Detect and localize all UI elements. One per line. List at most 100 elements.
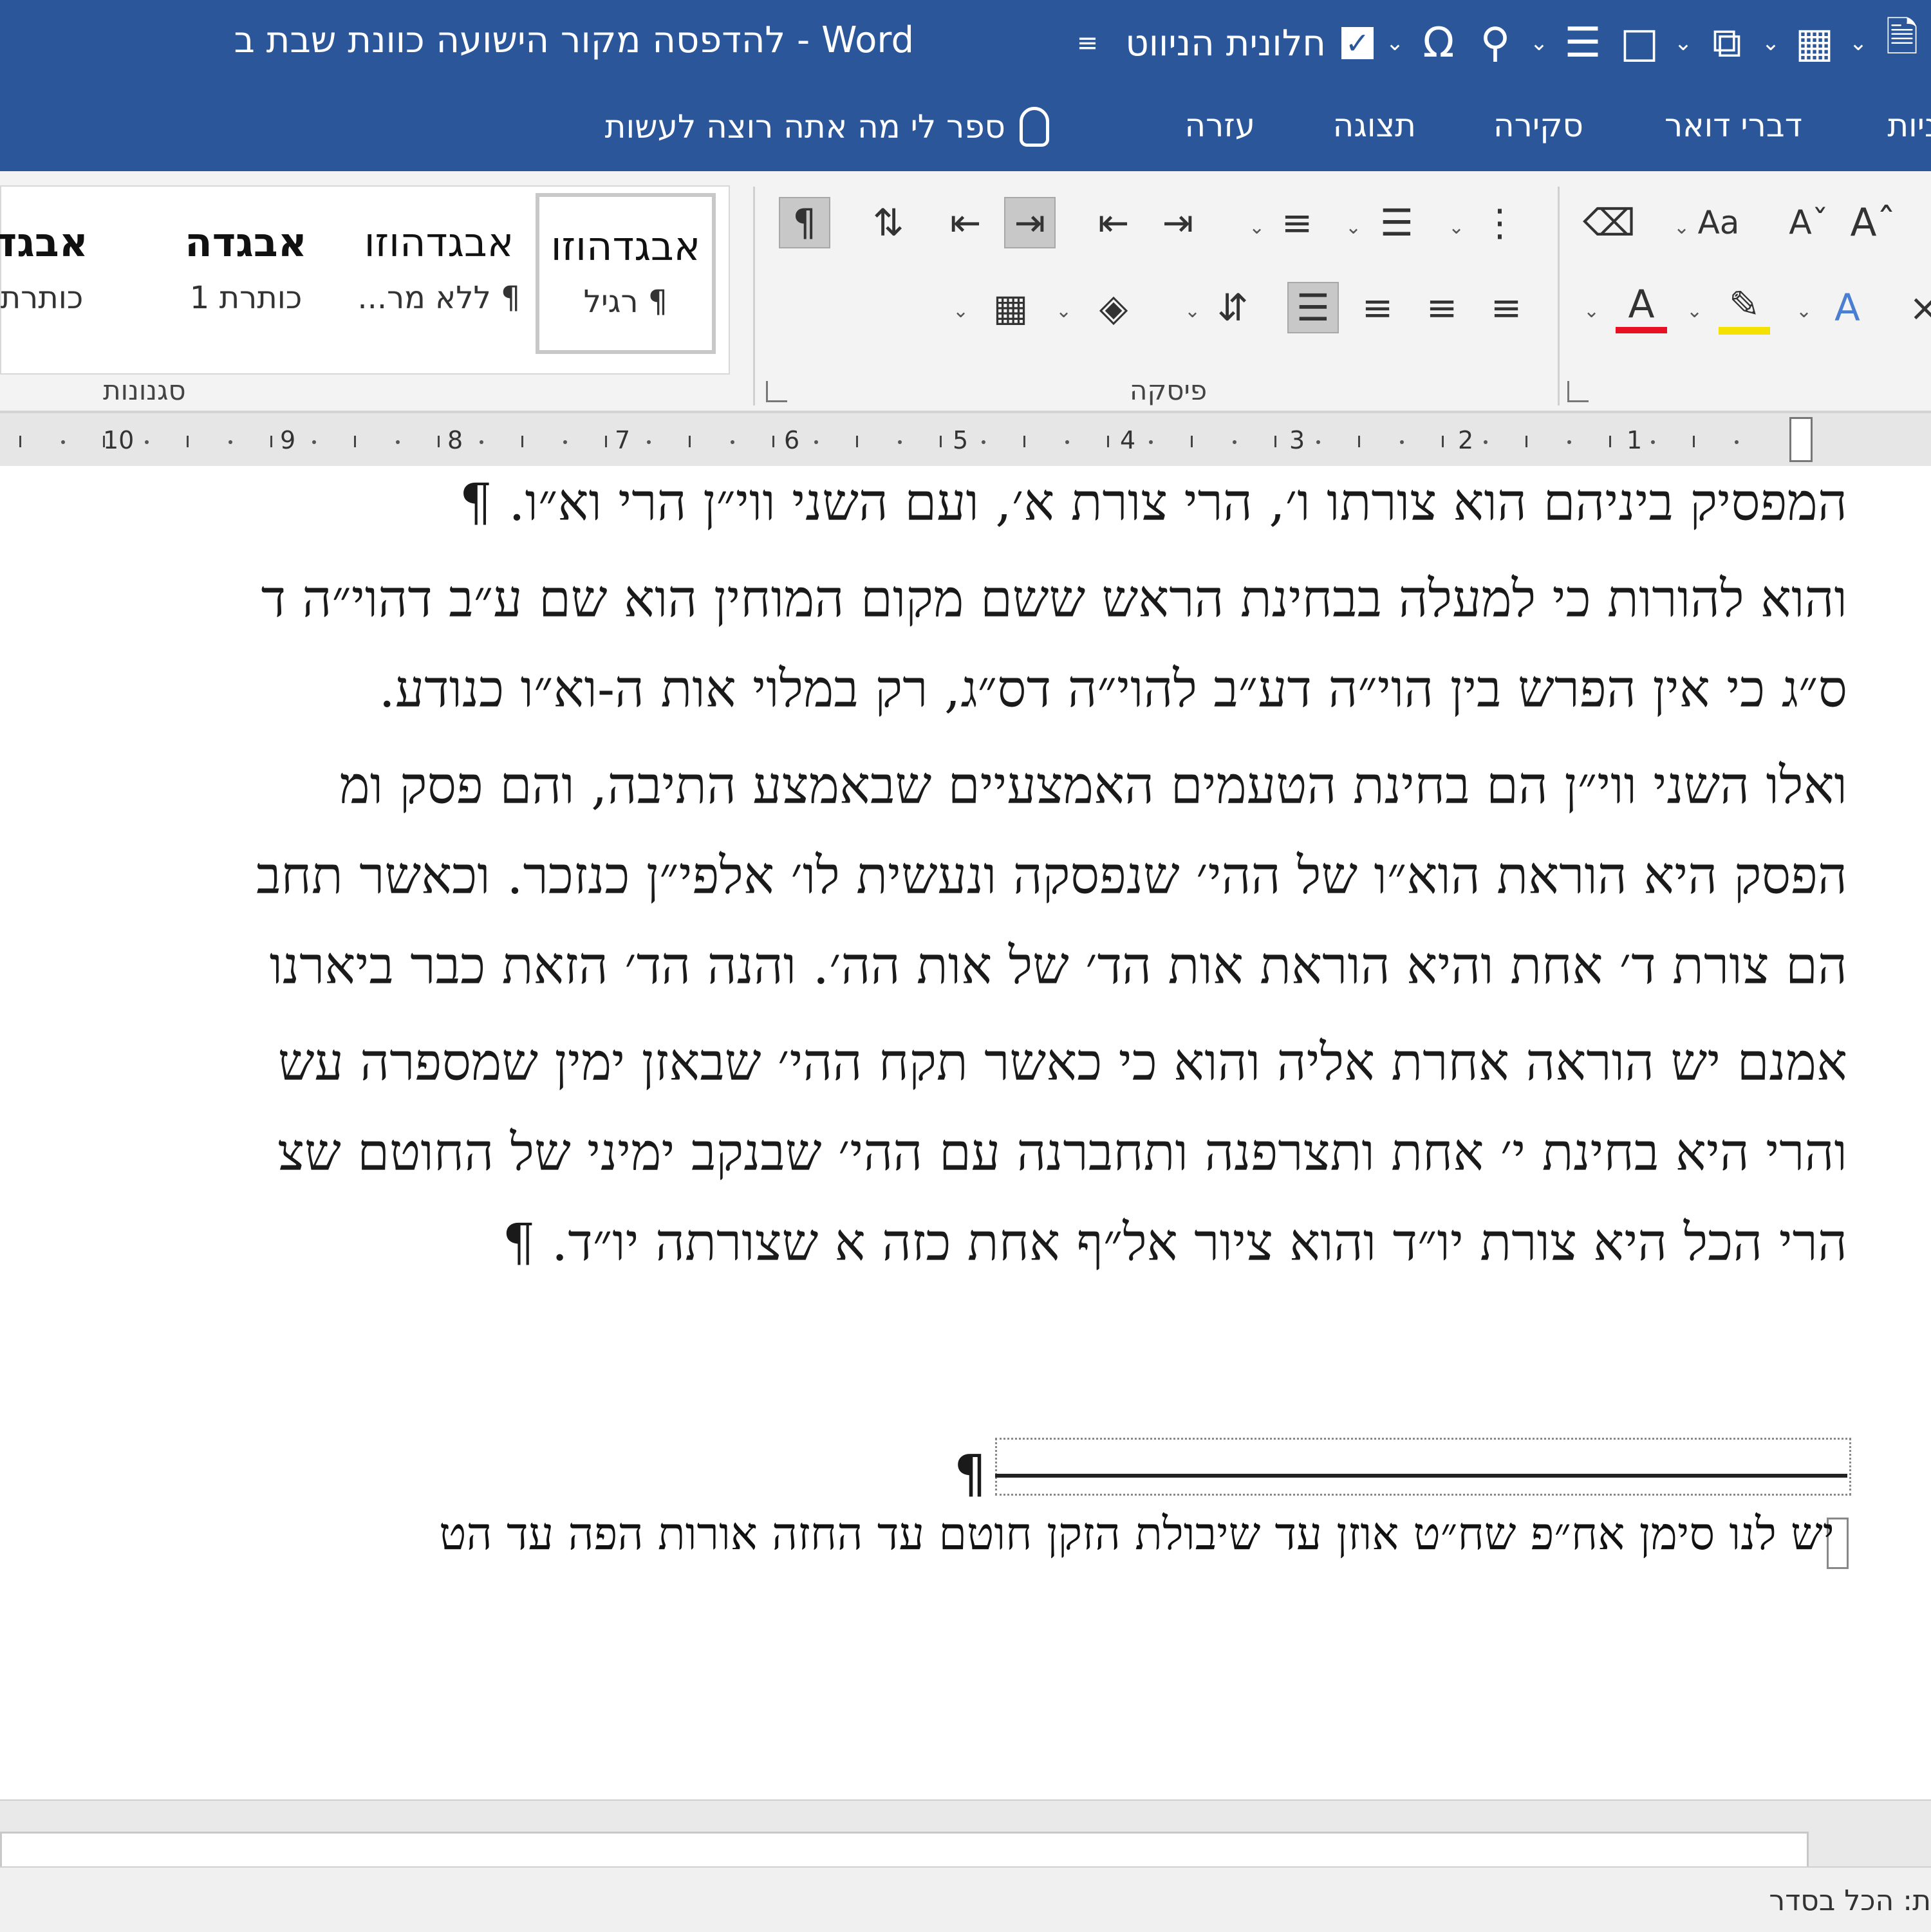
chevron-down-icon[interactable]: ⌄ — [1184, 300, 1200, 322]
chevron-down-icon[interactable]: ⌄ — [1761, 14, 1780, 72]
horizontal-ruler[interactable]: 10 9 8 7 6 5 4 3 2 1 — [0, 413, 1931, 467]
tab-help[interactable]: עזרה — [1185, 107, 1256, 144]
style-name: כותרת 2 — [0, 280, 84, 316]
style-normal[interactable]: אבגדהוזו ¶ רגיל — [536, 193, 716, 354]
dialog-launcher-icon[interactable] — [766, 381, 787, 402]
style-heading-2[interactable]: אבגדה כותרת 2 — [0, 193, 117, 354]
chevron-down-icon[interactable]: ⌄ — [1849, 14, 1868, 72]
clear-icon[interactable]: × — [1899, 282, 1931, 333]
chevron-down-icon[interactable]: ⌄ — [1529, 14, 1549, 72]
blank-page-icon[interactable]: □ — [1617, 14, 1662, 72]
new-document-icon[interactable]: 🗎 — [1880, 14, 1925, 72]
navigation-pane-checkbox[interactable]: ✓ — [1341, 27, 1374, 59]
document-page[interactable]: המפסיק ביניהם הוא צורתו ו׳, הרי צורת א׳,… — [0, 466, 1931, 1799]
change-case-button[interactable]: Aa — [1693, 197, 1744, 248]
ruler-tick — [1065, 440, 1069, 444]
ruler-tick — [1107, 436, 1109, 447]
indent-marker[interactable] — [1789, 417, 1813, 462]
document-line: ואלו השני ווי״ן הם בחינת הטעמים האמצעיים… — [339, 756, 1847, 815]
list-icon[interactable]: ☰ — [1560, 14, 1605, 72]
footnote-pilcrow: ¶ — [954, 1444, 987, 1504]
ruler-number: 6 — [784, 426, 800, 454]
chevron-down-icon[interactable]: ⌄ — [1385, 14, 1404, 72]
chevron-down-icon[interactable]: ⌄ — [1448, 216, 1464, 239]
tab-mailings[interactable]: דברי דואר — [1665, 107, 1802, 144]
ruler-tick — [1442, 436, 1444, 447]
chevron-down-icon[interactable]: ⌄ — [1674, 14, 1693, 72]
align-left-icon[interactable]: ≡ — [1352, 282, 1403, 333]
document-line: הפסק היא הוראת הוא״ו של ההי׳ שנפסקה ונעש… — [256, 846, 1847, 906]
ruler-number: 8 — [447, 426, 463, 454]
chevron-down-icon[interactable]: ⌄ — [953, 300, 969, 322]
group-separator — [1558, 187, 1560, 405]
line-spacing-icon[interactable]: ⇵ — [1207, 282, 1258, 333]
ruler-tick — [1149, 440, 1153, 444]
chevron-down-icon[interactable]: ⌄ — [1796, 300, 1812, 322]
tab-references[interactable]: ניות — [1887, 107, 1931, 144]
sort-icon[interactable]: ⇅ — [863, 197, 914, 248]
accessibility-status[interactable]: ת: הכל בסדר — [1769, 1884, 1931, 1917]
ruler-tick — [1484, 440, 1488, 444]
ltr-direction-icon[interactable]: ⇤ — [940, 197, 991, 248]
multilevel-list-icon[interactable]: ≡ — [1271, 197, 1323, 248]
tab-review[interactable]: סקירה — [1493, 107, 1583, 144]
footnote-separator-box[interactable] — [995, 1438, 1851, 1496]
chevron-down-icon[interactable]: ⌄ — [1345, 216, 1361, 239]
navigation-pane-label[interactable]: חלונית הניווט — [1121, 23, 1330, 64]
bullets-icon[interactable]: ⋮ — [1474, 197, 1525, 248]
chevron-down-icon[interactable]: ⌄ — [1583, 300, 1600, 322]
chevron-down-icon[interactable]: ⌄ — [1249, 216, 1265, 239]
ruler-tick — [1400, 440, 1404, 444]
tell-me-search[interactable]: ספר לי מה אתה רוצה לעשות — [605, 107, 1049, 147]
ruler-number: 7 — [615, 426, 631, 454]
grow-font-icon[interactable]: Aˆ — [1847, 197, 1899, 248]
shrink-font-icon[interactable]: Aˇ — [1783, 197, 1834, 248]
ruler-tick — [563, 440, 567, 444]
ruler-number: 3 — [1289, 426, 1305, 454]
page-layout-icon[interactable]: ⧉ — [1704, 14, 1749, 72]
ruler-tick — [1316, 440, 1320, 444]
tab-view[interactable]: תצוגה — [1333, 107, 1416, 144]
quick-access-toolbar: 🗎 ⌄ ▦ ⌄ ⧉ ⌄ □ ☰ ⌄ ⚲ Ω ⌄ ✓ חלונית הניווט … — [1065, 14, 1925, 72]
ruler-tick — [521, 436, 523, 447]
styles-gallery[interactable]: אבגדהוזו ¶ רגיל אבגדהוזו ¶ ללא מר... אבג… — [0, 185, 730, 375]
chevron-down-icon[interactable]: ⌄ — [1686, 300, 1702, 322]
paragraph-group-label: פיסקה — [1130, 375, 1208, 406]
font-color-icon[interactable]: A — [1616, 282, 1667, 333]
justify-icon[interactable]: ☰ — [1287, 282, 1339, 333]
footnote-text[interactable]: יש לנו סימן אח״פ שח״ט אוזן עד שיבולת הזק… — [439, 1507, 1834, 1561]
text-effects-icon[interactable]: A — [1822, 282, 1873, 333]
ruler-tick — [1651, 440, 1655, 444]
increase-indent-icon[interactable]: ⇥ — [1152, 197, 1204, 248]
lightbulb-icon — [1020, 107, 1049, 147]
align-right-icon[interactable]: ≡ — [1480, 282, 1532, 333]
ruler-tick — [1525, 436, 1527, 447]
highlight-color-icon[interactable]: ✎ — [1719, 282, 1770, 335]
omega-symbol-icon[interactable]: Ω — [1416, 14, 1461, 72]
table-icon[interactable]: ▦ — [1792, 14, 1837, 72]
shading-icon[interactable]: ◈ — [1088, 282, 1139, 333]
document-line: הרי הכל היא צורת יו״ד והוא ציור אל״ף אחת… — [502, 1212, 1847, 1272]
numbering-icon[interactable]: ☰ — [1371, 197, 1423, 248]
horizontal-scrollbar[interactable] — [0, 1832, 1809, 1869]
style-heading-1[interactable]: אבגדה כותרת 1 — [156, 193, 336, 354]
decrease-indent-icon[interactable]: ⇤ — [1088, 197, 1139, 248]
chevron-down-icon[interactable]: ⌄ — [1056, 300, 1072, 322]
ruler-tick — [438, 436, 440, 447]
clear-formatting-icon[interactable]: ⌫ — [1583, 197, 1636, 248]
style-no-spacing[interactable]: אבגדהוזו ¶ ללא מר... — [349, 193, 529, 354]
document-line: אמנם יש הוראה אחרת אליה והוא כי כאשר תקח… — [277, 1032, 1847, 1092]
dialog-launcher-icon[interactable] — [1567, 381, 1589, 402]
ruler-tick — [270, 436, 272, 447]
ruler-number: 5 — [953, 426, 969, 454]
rtl-direction-icon[interactable]: ⇥ — [1004, 197, 1056, 248]
find-icon[interactable]: ⚲ — [1473, 14, 1518, 72]
chevron-down-icon[interactable]: ⌄ — [1674, 216, 1690, 239]
style-sample: אבגדהוזו — [364, 219, 514, 266]
show-formatting-marks-button[interactable]: ¶ — [779, 197, 830, 248]
customize-toolbar-icon[interactable]: ≡ — [1065, 14, 1110, 72]
ruler-tick — [731, 440, 734, 444]
align-center-icon[interactable]: ≡ — [1416, 282, 1468, 333]
document-line: המפסיק ביניהם הוא צורתו ו׳, הרי צורת א׳,… — [459, 472, 1847, 532]
borders-icon[interactable]: ▦ — [985, 282, 1036, 333]
